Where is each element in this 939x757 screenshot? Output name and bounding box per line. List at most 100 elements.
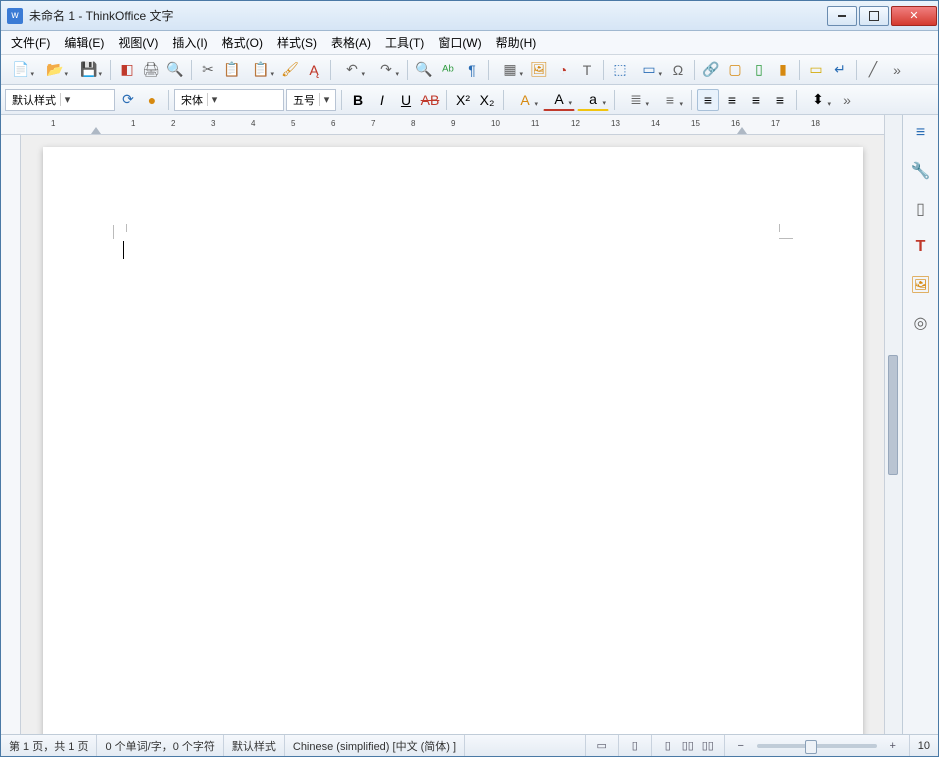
clear-direct-button[interactable]: A — [509, 89, 541, 111]
separator — [446, 90, 447, 110]
zoom-in-icon[interactable]: + — [885, 738, 901, 754]
underline-button[interactable]: U — [395, 89, 417, 111]
new-style-button[interactable]: ● — [141, 89, 163, 111]
vertical-ruler[interactable] — [1, 135, 21, 734]
align-left-button[interactable]: ≡ — [697, 89, 719, 111]
save-button[interactable]: 💾 — [73, 59, 105, 81]
formatting-marks-button[interactable]: ¶ — [461, 59, 483, 81]
page-scroll-area[interactable] — [21, 135, 884, 734]
status-selection-mode[interactable]: ▯ — [619, 735, 652, 756]
redo-button[interactable]: ↷ — [370, 59, 402, 81]
menu-styles[interactable]: 样式(S) — [271, 32, 323, 53]
export-pdf-button[interactable]: ◧ — [116, 59, 138, 81]
status-signature-icon[interactable]: ▭ — [586, 735, 619, 756]
zoom-slider[interactable] — [757, 744, 877, 748]
menu-help[interactable]: 帮助(H) — [490, 32, 543, 53]
menu-format[interactable]: 格式(O) — [216, 32, 269, 53]
zoom-out-icon[interactable]: − — [733, 738, 749, 754]
maximize-button[interactable] — [859, 6, 889, 26]
open-button[interactable]: 📂 — [39, 59, 71, 81]
font-name-combo[interactable]: 宋体 ▾ — [174, 89, 284, 111]
gallery-icon[interactable]: 🖼 — [909, 273, 933, 297]
zoom-control[interactable]: − + — [725, 735, 909, 756]
italic-button[interactable]: I — [371, 89, 393, 111]
status-page[interactable]: 第 1 页，共 1 页 — [1, 735, 97, 756]
insert-pagebreak-button[interactable]: ⬚ — [609, 59, 631, 81]
multi-page-view-icon[interactable]: ▯▯ — [680, 738, 696, 754]
menu-table[interactable]: 表格(A) — [325, 32, 377, 53]
insert-image-button[interactable]: 🖼 — [528, 59, 550, 81]
menu-edit[interactable]: 编辑(E) — [58, 32, 110, 53]
more-button-2[interactable]: » — [836, 89, 858, 111]
status-language[interactable]: Chinese (simplified) [中文 (简体) ] — [285, 735, 465, 756]
insert-footnote-button[interactable]: ▢ — [724, 59, 746, 81]
paragraph-style-combo[interactable]: 默认样式 ▾ — [5, 89, 115, 111]
vertical-scrollbar[interactable] — [884, 115, 902, 734]
menu-view[interactable]: 视图(V) — [112, 32, 164, 53]
insert-table-button[interactable]: ▦ — [494, 59, 526, 81]
find-replace-button[interactable]: 🔍 — [413, 59, 435, 81]
new-doc-button[interactable]: 📄 — [5, 59, 37, 81]
clear-format-button[interactable]: Ą — [303, 59, 325, 81]
spellcheck-button[interactable]: ᴬᵇ — [437, 59, 459, 81]
menu-insert[interactable]: 插入(I) — [166, 32, 213, 53]
numbered-list-button[interactable]: ≡ — [654, 89, 686, 111]
more-button[interactable]: » — [886, 59, 908, 81]
page-icon[interactable]: ▯ — [909, 197, 933, 221]
zoom-value[interactable]: 10 — [909, 735, 938, 756]
status-style[interactable]: 默认样式 — [224, 735, 285, 756]
menu-tools[interactable]: 工具(T) — [379, 32, 430, 53]
single-page-view-icon[interactable]: ▯ — [660, 738, 676, 754]
track-changes-button[interactable]: ↵ — [829, 59, 851, 81]
properties-icon[interactable]: 🔧 — [909, 159, 933, 183]
insert-hyperlink-button[interactable]: 🔗 — [700, 59, 722, 81]
ruler-tick: 18 — [811, 119, 820, 128]
align-justify-button[interactable]: ≡ — [769, 89, 791, 111]
print-button[interactable]: 🖨 — [140, 59, 162, 81]
left-margin-marker[interactable] — [91, 127, 101, 134]
bold-button[interactable]: B — [347, 89, 369, 111]
separator — [691, 90, 692, 110]
clone-format-button[interactable]: 🖌 — [279, 59, 301, 81]
copy-button[interactable]: 📋 — [221, 59, 243, 81]
bullet-list-button[interactable]: ≣ — [620, 89, 652, 111]
insert-field-button[interactable]: ▭ — [633, 59, 665, 81]
book-view-icon[interactable]: ▯▯ — [700, 738, 716, 754]
superscript-button[interactable]: X² — [452, 89, 474, 111]
insert-comment-button[interactable]: ▭ — [805, 59, 827, 81]
menu-file[interactable]: 文件(F) — [5, 32, 56, 53]
status-wordcount[interactable]: 0 个单词/字，0 个字符 — [97, 735, 223, 756]
scrollbar-thumb[interactable] — [888, 355, 898, 475]
undo-button[interactable]: ↶ — [336, 59, 368, 81]
strikethrough-button[interactable]: AB — [419, 89, 441, 111]
align-right-button[interactable]: ≡ — [745, 89, 767, 111]
line-spacing-button[interactable]: ⬍ — [802, 89, 834, 111]
menu-window[interactable]: 窗口(W) — [432, 32, 487, 53]
insert-crossref-button[interactable]: ▮ — [772, 59, 794, 81]
document-page[interactable] — [43, 147, 863, 734]
statusbar: 第 1 页，共 1 页 0 个单词/字，0 个字符 默认样式 Chinese (… — [1, 734, 938, 756]
print-preview-button[interactable]: 🔍 — [164, 59, 186, 81]
horizontal-ruler[interactable]: 1 1 2 3 4 5 6 7 8 9 10 11 12 13 14 15 16… — [1, 115, 884, 135]
update-style-button[interactable]: ⟳ — [117, 89, 139, 111]
cut-button[interactable]: ✂ — [197, 59, 219, 81]
align-center-button[interactable]: ≡ — [721, 89, 743, 111]
insert-bookmark-button[interactable]: ▯ — [748, 59, 770, 81]
draw-line-button[interactable]: ╱ — [862, 59, 884, 81]
styles-icon[interactable]: T — [909, 235, 933, 259]
subscript-button[interactable]: X₂ — [476, 89, 498, 111]
separator — [488, 60, 489, 80]
highlight-button[interactable]: a — [577, 89, 609, 111]
font-color-button[interactable]: A — [543, 89, 575, 111]
minimize-button[interactable] — [827, 6, 857, 26]
navigator-icon[interactable]: ◎ — [909, 311, 933, 335]
sidebar-settings-icon[interactable]: ≡ — [909, 121, 933, 145]
size-value: 五号 — [293, 92, 315, 108]
close-button[interactable] — [891, 6, 937, 26]
font-size-combo[interactable]: 五号 ▾ — [286, 89, 336, 111]
insert-symbol-button[interactable]: Ω — [667, 59, 689, 81]
right-margin-marker[interactable] — [737, 127, 747, 134]
paste-button[interactable]: 📋 — [245, 59, 277, 81]
insert-textbox-button[interactable]: T — [576, 59, 598, 81]
insert-chart-button[interactable]: ◔ — [552, 59, 574, 81]
